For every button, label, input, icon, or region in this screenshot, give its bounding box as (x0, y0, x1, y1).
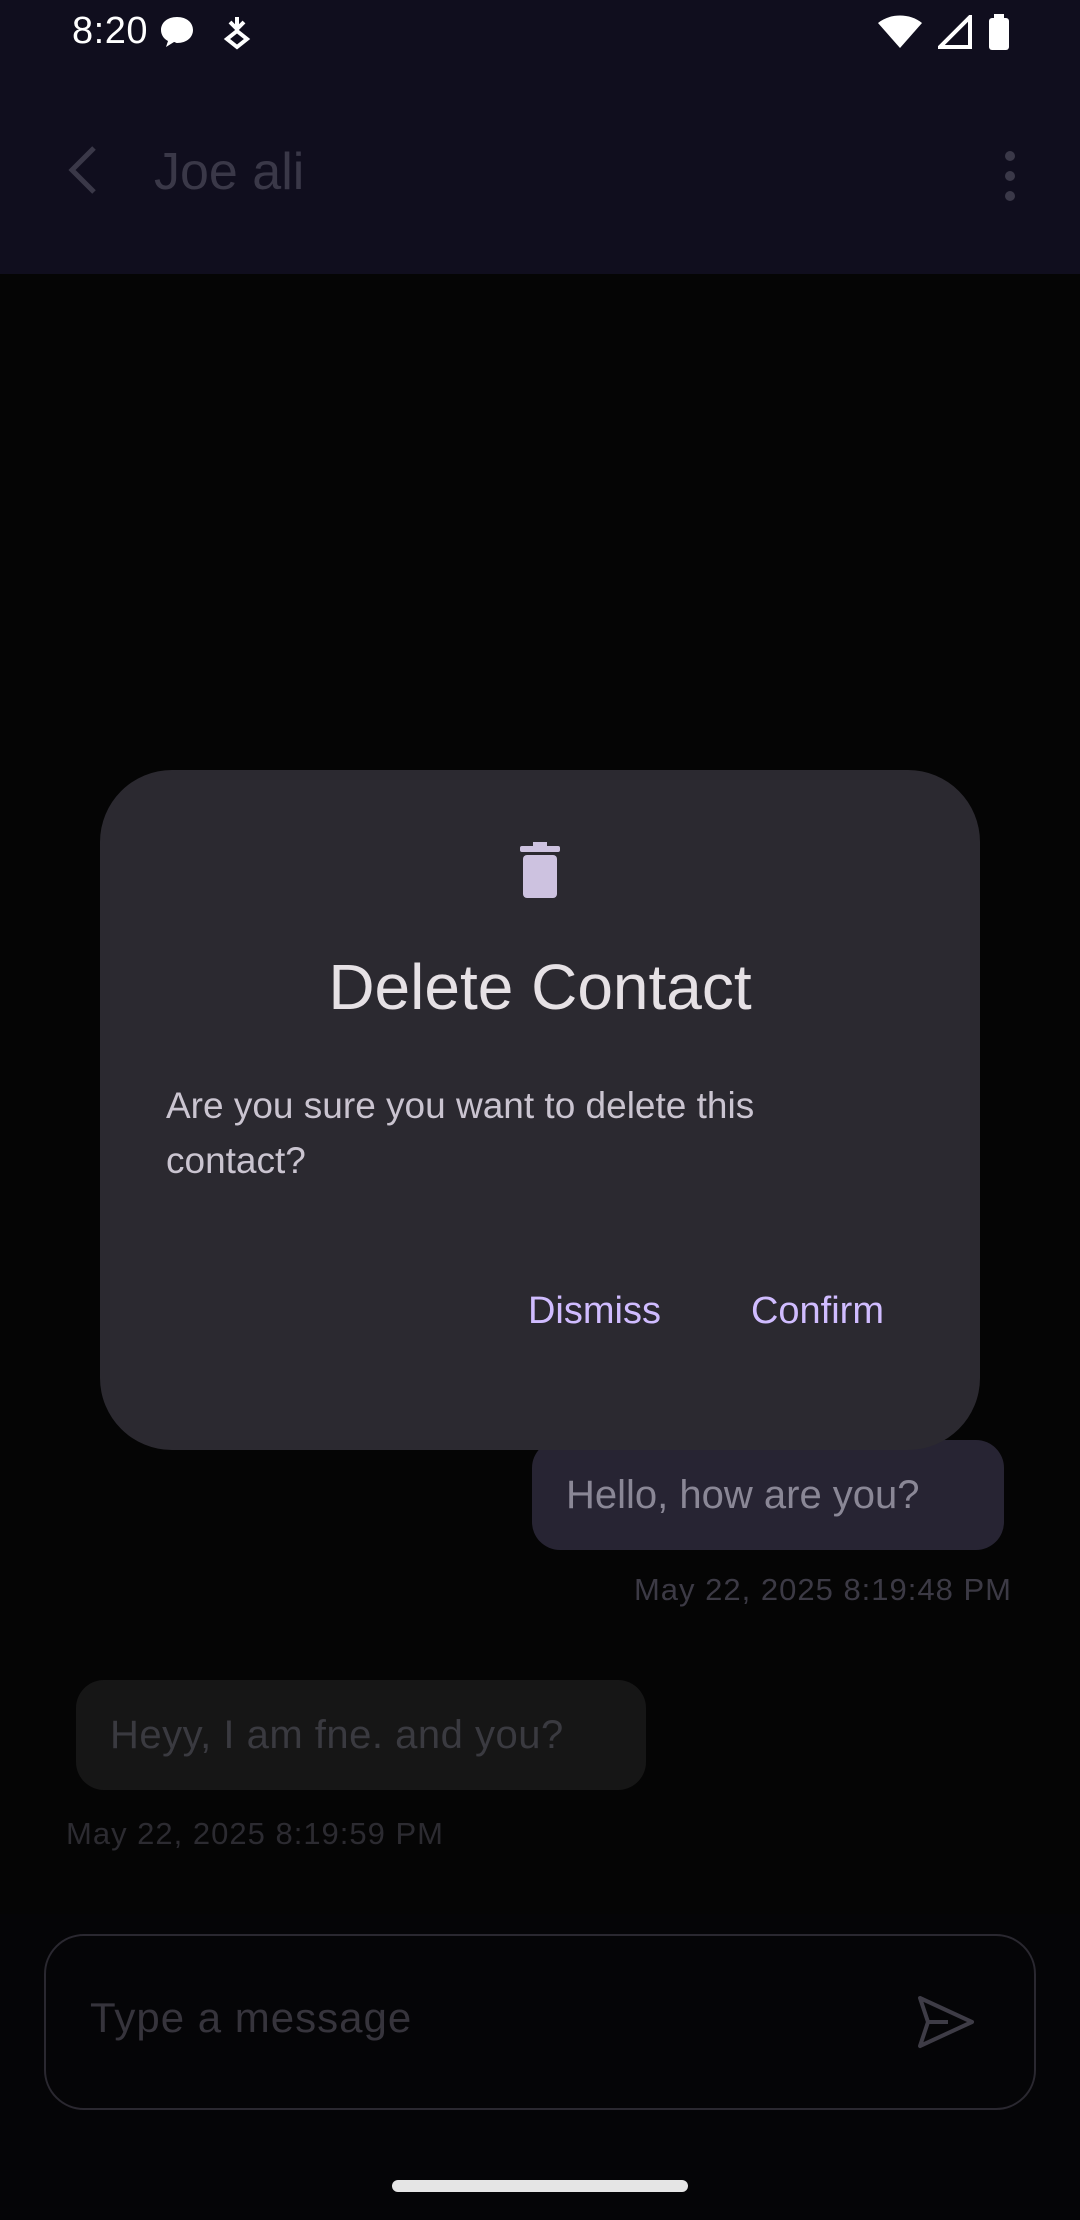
status-time: 8:20 (72, 10, 148, 52)
chat-bubble-icon (158, 14, 196, 55)
dismiss-button[interactable]: Dismiss (528, 1290, 661, 1333)
battery-icon (988, 14, 1010, 55)
home-indicator[interactable] (392, 2180, 688, 2192)
delete-contact-dialog: Delete Contact Are you sure you want to … (100, 770, 980, 1450)
dialog-actions: Dismiss Confirm (528, 1290, 884, 1333)
download-icon (222, 14, 252, 55)
screen: 8:20 Joe ali Hello, how are you? May 22,… (0, 0, 1080, 2220)
back-arrow-icon[interactable] (58, 142, 114, 198)
send-icon[interactable] (914, 1990, 978, 2054)
message-input-placeholder: Type a message (90, 1994, 413, 2041)
message-bubble-outgoing[interactable]: Hello, how are you? (532, 1440, 1004, 1550)
dialog-title: Delete Contact (328, 951, 752, 1023)
trash-icon (516, 842, 564, 898)
confirm-button[interactable]: Confirm (751, 1290, 884, 1333)
status-icons (878, 12, 1010, 55)
message-timestamp: May 22, 2025 8:19:48 PM (633, 1572, 1012, 1607)
contact-name-title: Joe ali (154, 143, 305, 201)
message-bubble-incoming[interactable]: Heyy, I am fne. and you? (76, 1680, 646, 1790)
top-app-bar: Joe ali (0, 66, 1080, 274)
status-bar: 8:20 (0, 0, 1080, 66)
message-timestamp: May 22, 2025 8:19:59 PM (66, 1816, 445, 1851)
message-input[interactable]: Type a message (44, 1934, 1036, 2110)
wifi-icon (878, 15, 922, 54)
more-vert-icon[interactable] (990, 146, 1030, 206)
signal-icon (935, 12, 972, 54)
dialog-message: Are you sure you want to delete this con… (166, 1085, 755, 1181)
